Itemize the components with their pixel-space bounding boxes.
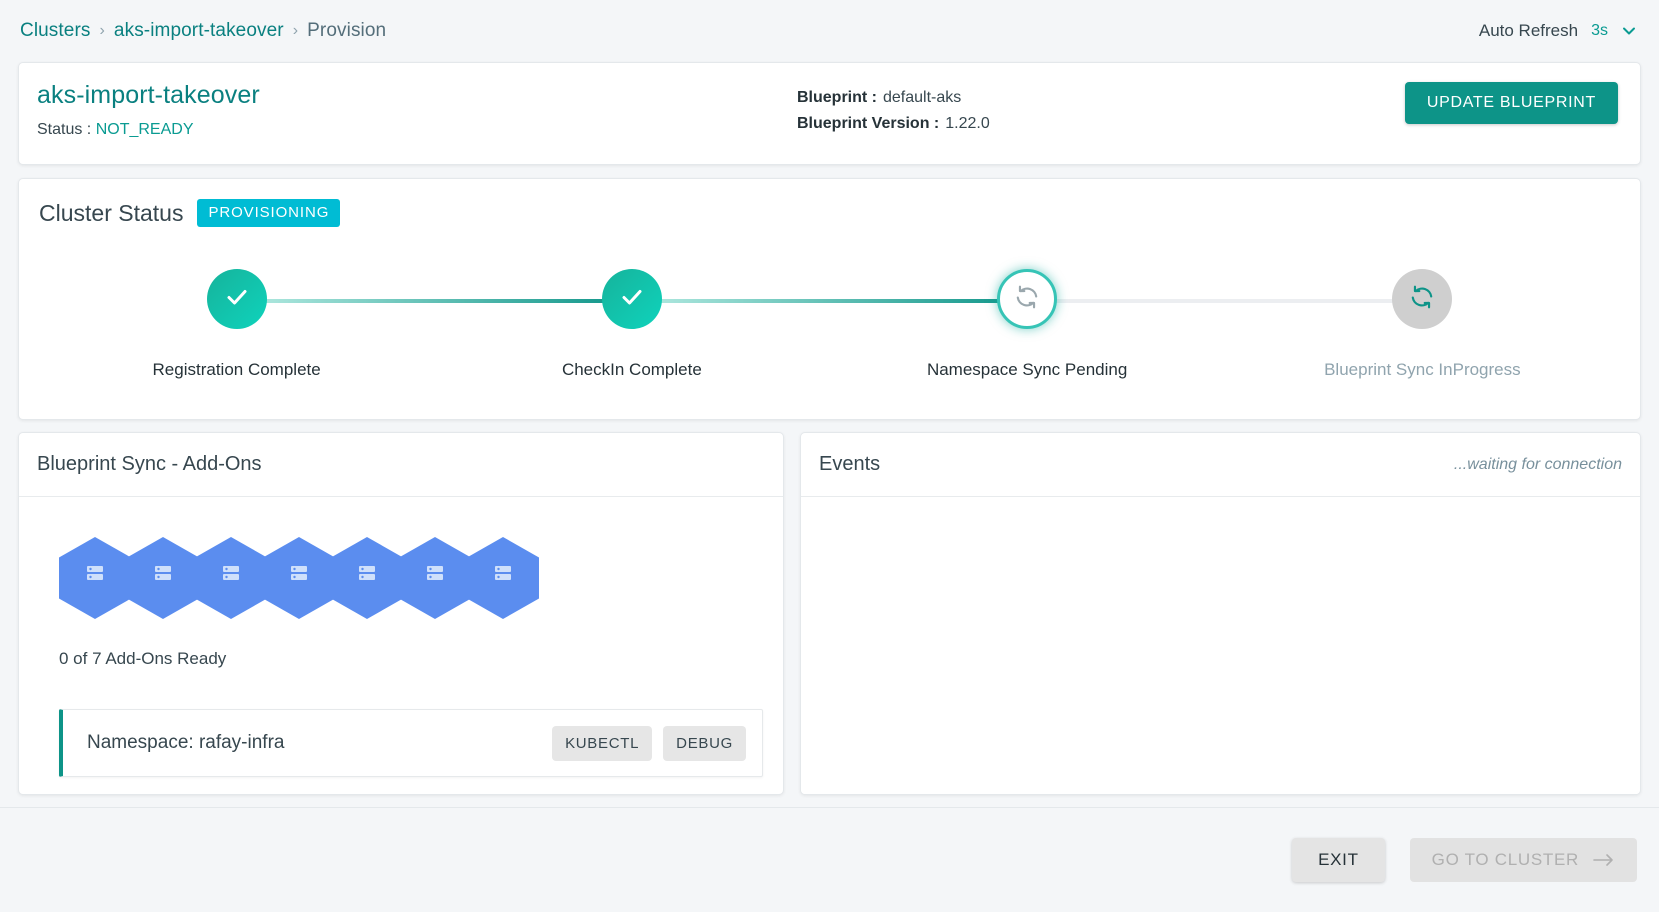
events-connection-status: ...waiting for connection [1453,455,1622,473]
addon-hex[interactable] [195,537,267,619]
debug-button[interactable]: DEBUG [663,725,746,761]
addon-hex[interactable] [467,537,539,619]
auto-refresh-control[interactable]: Auto Refresh 3s [1479,21,1637,41]
auto-refresh-label: Auto Refresh [1478,21,1579,40]
sync-icon [1014,284,1040,315]
server-icon [492,565,514,588]
stepper-bubbles [39,269,1620,333]
step-label-checkin: CheckIn Complete [561,360,702,379]
breadcrumb-item-clusters[interactable]: Clusters [20,20,90,42]
events-list [801,497,1640,794]
stepper-connector-2 [631,299,1028,303]
namespace-actions: KUBECTL DEBUG [541,725,746,761]
footer-actions: EXIT GO TO CLUSTER [0,807,1659,912]
blueprint-label: Blueprint : [797,89,877,106]
blueprint-value: default-aks [883,89,962,106]
exit-button[interactable]: EXIT [1292,838,1385,882]
breadcrumb: Clusters › aks-import-takeover › Provisi… [20,20,386,42]
namespace-row: Namespace: rafay-infra KUBECTL DEBUG [59,709,763,777]
breadcrumb-separator-icon: › [292,22,299,39]
go-to-cluster-label: GO TO CLUSTER [1431,850,1579,869]
check-icon [222,282,252,317]
step-bubble-checkin [601,269,662,329]
provision-stepper: Registration Complete CheckIn Complete N… [39,269,1620,399]
provision-page: Clusters › aks-import-takeover › Provisi… [0,0,1659,912]
arrow-right-icon [1593,853,1615,867]
addon-hex[interactable] [59,537,131,619]
step-bubble-registration [206,269,267,329]
update-blueprint-button[interactable]: UPDATE BLUEPRINT [1404,82,1618,124]
cluster-status-label: Status : [37,121,92,138]
status-badge: PROVISIONING [197,199,341,227]
blueprint-version-value: 1.22.0 [945,115,990,132]
server-icon [356,565,378,588]
namespace-name: Namespace: rafay-infra [87,732,285,753]
breadcrumb-item-cluster[interactable]: aks-import-takeover [114,20,284,42]
kubectl-button[interactable]: KUBECTL [552,725,653,761]
step-bubble-namespace-sync [997,269,1058,329]
blueprint-version-label: Blueprint Version : [797,115,940,132]
stepper-connector-3 [1027,299,1423,303]
cluster-summary-card: aks-import-takeover Status : NOT_READY B… [18,62,1641,165]
top-bar: Clusters › aks-import-takeover › Provisi… [0,0,1659,62]
breadcrumb-separator-icon: › [99,22,105,39]
cluster-status-line: Status : NOT_READY [37,121,797,139]
stepper-connector-1 [236,299,632,303]
addon-hex[interactable] [331,537,403,619]
go-to-cluster-button: GO TO CLUSTER [1409,838,1637,882]
breadcrumb-item-provision: Provision [307,20,387,41]
addon-hex[interactable] [399,537,471,619]
server-icon [220,565,242,588]
step-label-registration: Registration Complete [152,360,321,379]
cluster-status-card: Cluster Status PROVISIONING Registration… [18,178,1641,420]
events-panel-header: Events ...waiting for connection [801,433,1640,497]
events-panel-title: Events [819,453,881,475]
cluster-summary-right: UPDATE BLUEPRINT [1404,63,1640,124]
addons-hex-row [59,537,783,619]
addons-ready-count: 0 of 7 Add-Ons Ready [59,649,227,668]
auto-refresh-value: 3s [1591,22,1608,39]
cluster-status-value: NOT_READY [95,121,194,138]
blueprint-info: Blueprint : default-aks Blueprint Version… [797,63,1405,137]
step-label-blueprint-sync: Blueprint Sync InProgress [1324,360,1521,379]
server-icon [424,565,446,588]
step-label-namespace-sync: Namespace Sync Pending [926,360,1128,379]
cluster-status-header: Cluster Status PROVISIONING [39,199,1620,227]
addons-panel-header: Blueprint Sync - Add-Ons [19,433,783,497]
server-icon [152,565,174,588]
addon-hex[interactable] [127,537,199,619]
cluster-summary-left: aks-import-takeover Status : NOT_READY [19,63,797,139]
sync-icon [1409,284,1435,315]
events-panel: Events ...waiting for connection [800,432,1641,795]
blueprint-version-row: Blueprint Version : 1.22.0 [797,111,1405,137]
cluster-status-title: Cluster Status [39,199,184,226]
server-icon [84,565,106,588]
addons-panel-title: Blueprint Sync - Add-Ons [37,453,262,475]
server-icon [288,565,310,588]
blueprint-sync-addons-panel: Blueprint Sync - Add-Ons 0 of 7 Add-Ons … [18,432,784,795]
page-title: aks-import-takeover [37,81,260,109]
check-icon [617,282,647,317]
stepper-labels: Registration Complete CheckIn Complete N… [39,360,1620,380]
blueprint-row: Blueprint : default-aks [797,85,1405,111]
step-bubble-blueprint-sync [1392,269,1453,329]
addon-hex[interactable] [263,537,335,619]
chevron-down-icon[interactable] [1621,23,1637,39]
